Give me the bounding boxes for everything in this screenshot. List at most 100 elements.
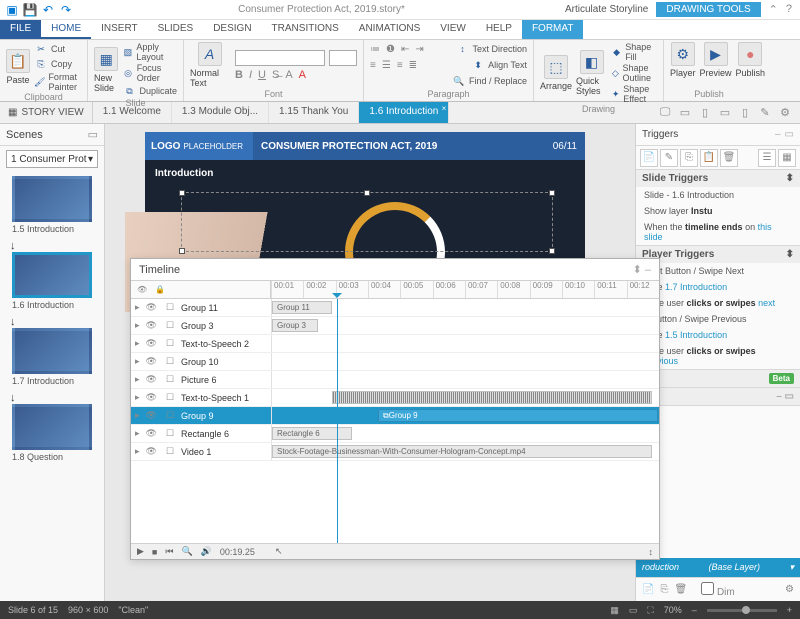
eye-icon[interactable]: 👁: [146, 374, 157, 385]
device-tablet-landscape-icon[interactable]: ▭: [678, 106, 692, 120]
zoom-slider[interactable]: [707, 609, 777, 612]
add-layer-icon[interactable]: 📄: [642, 584, 654, 595]
eye-icon[interactable]: 👁: [146, 410, 157, 421]
timeline-row[interactable]: ▸👁☐Group 3Group 3: [131, 317, 659, 335]
font-family-input[interactable]: [235, 50, 325, 66]
expand-row-icon[interactable]: ▸: [135, 338, 140, 349]
expand-row-icon[interactable]: ▸: [135, 302, 140, 313]
tab-help[interactable]: HELP: [476, 20, 522, 39]
slide-tab[interactable]: 1.1 Welcome: [93, 102, 172, 123]
dup-layer-icon[interactable]: ⎘: [660, 584, 668, 595]
expand-row-icon[interactable]: ▸: [135, 428, 140, 439]
add-trigger-icon[interactable]: 📄: [640, 149, 658, 167]
device-phone-portrait-icon[interactable]: ▯: [738, 106, 752, 120]
timeline-row[interactable]: ▸👁☐Rectangle 6Rectangle 6: [131, 425, 659, 443]
scene-selector[interactable]: 1 Consumer Prot▾: [6, 150, 98, 168]
play-button[interactable]: ▶: [137, 546, 144, 557]
strike-button[interactable]: S̶: [272, 69, 279, 81]
bullets-button[interactable]: ≔: [370, 44, 380, 55]
timeline-row[interactable]: ▸👁☐Group 10: [131, 353, 659, 371]
delete-trigger-icon[interactable]: 🗑: [720, 149, 738, 167]
checkbox[interactable]: ☐: [166, 356, 174, 366]
align-text-button[interactable]: ⬍Align Text: [471, 58, 527, 72]
eye-icon[interactable]: 👁: [137, 285, 147, 294]
story-view-button[interactable]: ▦STORY VIEW: [0, 102, 93, 123]
align-left-button[interactable]: ≡: [370, 60, 376, 71]
minus-icon[interactable]: –: [645, 264, 651, 276]
slide-props-icon[interactable]: ✎: [758, 106, 772, 120]
checkbox[interactable]: ☐: [166, 320, 174, 330]
find-replace-button[interactable]: 🔍Find / Replace: [452, 74, 527, 88]
eye-icon[interactable]: 👁: [146, 302, 157, 313]
view-story-icon[interactable]: ▦: [610, 605, 619, 616]
timeline-row[interactable]: ▸👁☐Text-to-Speech 1: [131, 389, 659, 407]
lock-icon[interactable]: 🔒: [155, 285, 165, 294]
tab-insert[interactable]: INSERT: [91, 20, 148, 39]
timeline-row[interactable]: ▸👁☐Video 1Stock-Footage-Businessman-With…: [131, 443, 659, 461]
checkbox[interactable]: ☐: [166, 374, 174, 384]
duplicate-button[interactable]: ⧉Duplicate: [122, 84, 177, 98]
scene-thumb[interactable]: 1.6 Introduction: [12, 252, 92, 314]
player-button[interactable]: ⚙Player: [670, 42, 696, 78]
zoom-out-icon[interactable]: –: [692, 605, 697, 615]
slide-tab[interactable]: 1.3 Module Obj...: [172, 102, 269, 123]
device-desktop-icon[interactable]: 🖵: [658, 106, 672, 120]
volume-icon[interactable]: 🔊: [201, 546, 212, 557]
tab-format[interactable]: FORMAT: [522, 20, 583, 39]
checkbox[interactable]: ☐: [166, 428, 174, 438]
slide-settings-icon[interactable]: ⚙: [778, 106, 792, 120]
scene-thumb[interactable]: 1.7 Introduction: [12, 328, 92, 390]
playhead[interactable]: [337, 299, 338, 543]
timeline-row[interactable]: ▸👁☐Picture 6: [131, 371, 659, 389]
shadow-button[interactable]: A: [285, 69, 292, 81]
expand-row-icon[interactable]: ▸: [135, 374, 140, 385]
save-icon[interactable]: 💾: [22, 2, 38, 18]
device-tablet-portrait-icon[interactable]: ▯: [698, 106, 712, 120]
underline-button[interactable]: U: [258, 69, 266, 81]
help-icon[interactable]: ?: [786, 3, 792, 16]
close-icon[interactable]: ×: [442, 104, 447, 113]
timeline-row[interactable]: ▸👁☐Text-to-Speech 2: [131, 335, 659, 353]
tab-animations[interactable]: ANIMATIONS: [349, 20, 430, 39]
numbering-button[interactable]: ❶: [386, 44, 395, 55]
arrange-button[interactable]: ⬚Arrange: [540, 55, 572, 91]
timeline-row[interactable]: ▸👁☐Group 9⧉ Group 9: [131, 407, 659, 425]
checkbox[interactable]: ☐: [166, 392, 174, 402]
eye-icon[interactable]: 👁: [146, 320, 157, 331]
trigger-slide-title[interactable]: Slide - 1.6 Introduction: [636, 187, 800, 203]
copy-button[interactable]: ⎘Copy: [34, 57, 81, 71]
scene-thumb[interactable]: 1.8 Question: [12, 404, 92, 466]
eye-icon[interactable]: 👁: [146, 338, 157, 349]
expand-row-icon[interactable]: ▸: [135, 392, 140, 403]
paste-trigger-icon[interactable]: 📋: [700, 149, 718, 167]
tab-view[interactable]: VIEW: [430, 20, 476, 39]
q-icon[interactable]: 🔍: [181, 546, 192, 557]
eye-icon[interactable]: 👁: [146, 446, 157, 457]
publish-button[interactable]: ●Publish: [736, 42, 766, 78]
expand-row-icon[interactable]: ▸: [135, 356, 140, 367]
edit-trigger-icon[interactable]: ✎: [660, 149, 678, 167]
zoom-value[interactable]: 70%: [664, 605, 682, 615]
pin-icon[interactable]: ▭: [785, 129, 794, 140]
checkbox[interactable]: ☐: [166, 338, 174, 348]
checkbox[interactable]: ☐: [166, 446, 174, 456]
shape-effect-button[interactable]: ✦Shape Effect: [611, 84, 657, 104]
apply-layout-button[interactable]: ▧Apply Layout: [122, 42, 177, 62]
scenes-collapse-icon[interactable]: ▭: [88, 128, 98, 141]
collapse-icon[interactable]: ⬍: [786, 173, 794, 184]
eye-icon[interactable]: 👁: [146, 392, 157, 403]
text-direction-button[interactable]: ↕Text Direction: [455, 42, 527, 56]
tab-transitions[interactable]: TRANSITIONS: [262, 20, 349, 39]
manage-vars-icon[interactable]: ☰: [758, 149, 776, 167]
indent-dec-button[interactable]: ⇤: [401, 44, 409, 55]
checkbox[interactable]: ☐: [166, 302, 174, 312]
minus-icon[interactable]: –: [775, 129, 781, 140]
expand-row-icon[interactable]: ▸: [135, 446, 140, 457]
new-slide-button[interactable]: ▦New Slide: [94, 47, 118, 93]
scene-thumb[interactable]: 1.5 Introduction: [12, 176, 92, 238]
undo-icon[interactable]: ↶: [40, 2, 56, 18]
align-right-button[interactable]: ≡: [397, 60, 403, 71]
tab-design[interactable]: DESIGN: [203, 20, 261, 39]
justify-button[interactable]: ≣: [409, 60, 417, 71]
bold-button[interactable]: B: [235, 69, 243, 81]
